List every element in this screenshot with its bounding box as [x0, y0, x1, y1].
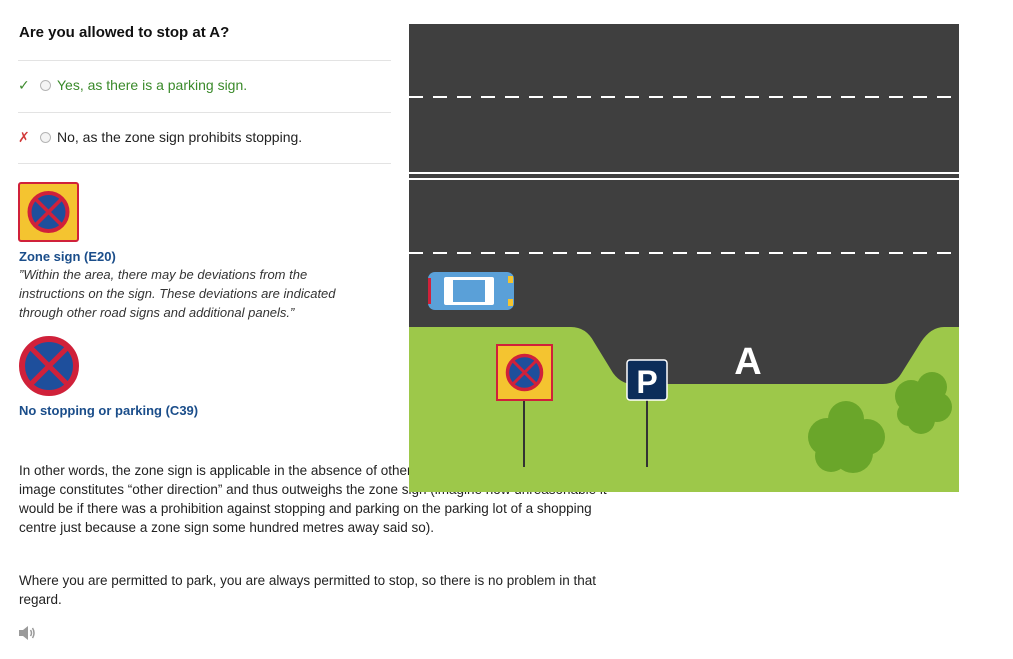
answer-option-label: No, as the zone sign prohibits stopping. [57, 129, 303, 145]
answer-option-label: Yes, as there is a parking sign. [57, 77, 248, 93]
location-label-a: A [734, 341, 761, 383]
divider [18, 163, 391, 164]
answer-option-no[interactable]: ✗ No, as the zone sign prohibits stoppin… [18, 126, 391, 148]
zone-sign-description: ”Within the area, there may be deviation… [19, 267, 336, 320]
answer-option-yes[interactable]: ✓ Yes, as there is a parking sign. [18, 74, 391, 96]
no-stopping-sign-title: No stopping or parking (C39) [19, 403, 199, 418]
zone-sign-title: Zone sign (E20) [19, 249, 116, 264]
zone-sign-e20-icon [18, 182, 79, 242]
road-scene-illustration: P A [409, 24, 959, 492]
no-stopping-sign-c39-icon [19, 336, 79, 396]
explanation-paragraph: Where you are permitted to park, you are… [19, 573, 597, 607]
wrong-cross-icon: ✗ [18, 128, 30, 145]
radio-button[interactable] [40, 79, 51, 91]
speaker-icon[interactable] [18, 624, 38, 642]
radio-button[interactable] [40, 131, 51, 143]
correct-check-icon: ✓ [18, 76, 30, 93]
parking-sign-letter: P [636, 364, 657, 400]
divider [18, 112, 391, 113]
divider [18, 60, 391, 61]
question-title: Are you allowed to stop at A? [19, 24, 230, 41]
car-icon [428, 272, 514, 310]
question-page: Are you allowed to stop at A? ✓ Yes, as … [0, 0, 1013, 659]
